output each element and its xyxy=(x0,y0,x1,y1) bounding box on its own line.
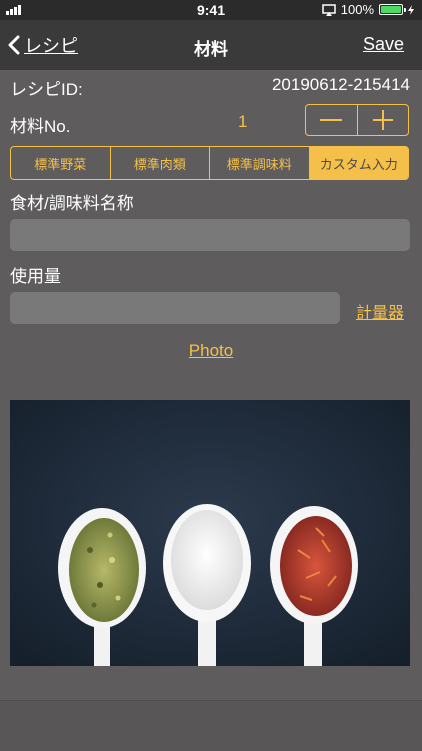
decrement-button[interactable] xyxy=(306,105,358,135)
ingredient-no-value: 1 xyxy=(238,112,248,131)
recipe-id-label: レシピID: xyxy=(10,80,83,99)
ingredient-no-stepper xyxy=(305,104,409,136)
airplay-icon xyxy=(322,3,336,16)
scale-link[interactable]: 計量器 xyxy=(356,299,404,323)
amount-field[interactable] xyxy=(10,292,340,324)
photo-link-text[interactable]: Photo xyxy=(189,341,233,360)
recipe-id-value: 20190612-215414 xyxy=(271,75,410,94)
save-button[interactable]: Save xyxy=(363,34,404,55)
amount-label: 使用量 xyxy=(10,267,61,286)
increment-button[interactable] xyxy=(358,105,409,135)
battery-percent: 100% xyxy=(340,2,374,17)
back-label[interactable]: レシピ xyxy=(24,32,78,58)
back-button[interactable]: レシピ xyxy=(8,32,78,58)
ingredient-no-label: 材料No. xyxy=(10,117,71,136)
chevron-left-icon xyxy=(8,35,20,55)
plus-icon xyxy=(372,110,393,130)
category-segmented-control: 標準野菜 標準肉類 標準調味料 カスタム入力 xyxy=(10,146,409,180)
ingredient-photo[interactable] xyxy=(10,400,410,666)
charging-icon xyxy=(408,4,414,15)
status-bar: 9:41 100% xyxy=(0,0,422,20)
segment-standard-seasonings[interactable]: 標準調味料 xyxy=(210,147,310,179)
segment-custom-input[interactable]: カスタム入力 xyxy=(309,147,408,179)
battery-icon xyxy=(379,4,406,15)
minus-icon xyxy=(320,119,343,121)
ingredient-name-field[interactable] xyxy=(10,219,410,251)
bottom-toolbar xyxy=(0,700,422,751)
photo-link: Photo xyxy=(0,341,422,361)
ingredient-name-label: 食材/調味料名称 xyxy=(10,194,134,213)
status-right: 100% xyxy=(322,2,414,17)
recipe-id-row: レシピID: 20190612-215414 xyxy=(10,75,410,100)
navigation-bar: レシピ 材料 Save xyxy=(0,20,422,70)
segment-standard-vegetables[interactable]: 標準野菜 xyxy=(11,147,111,179)
spice-spoons-image xyxy=(10,400,410,666)
segment-standard-meats[interactable]: 標準肉類 xyxy=(111,147,210,179)
